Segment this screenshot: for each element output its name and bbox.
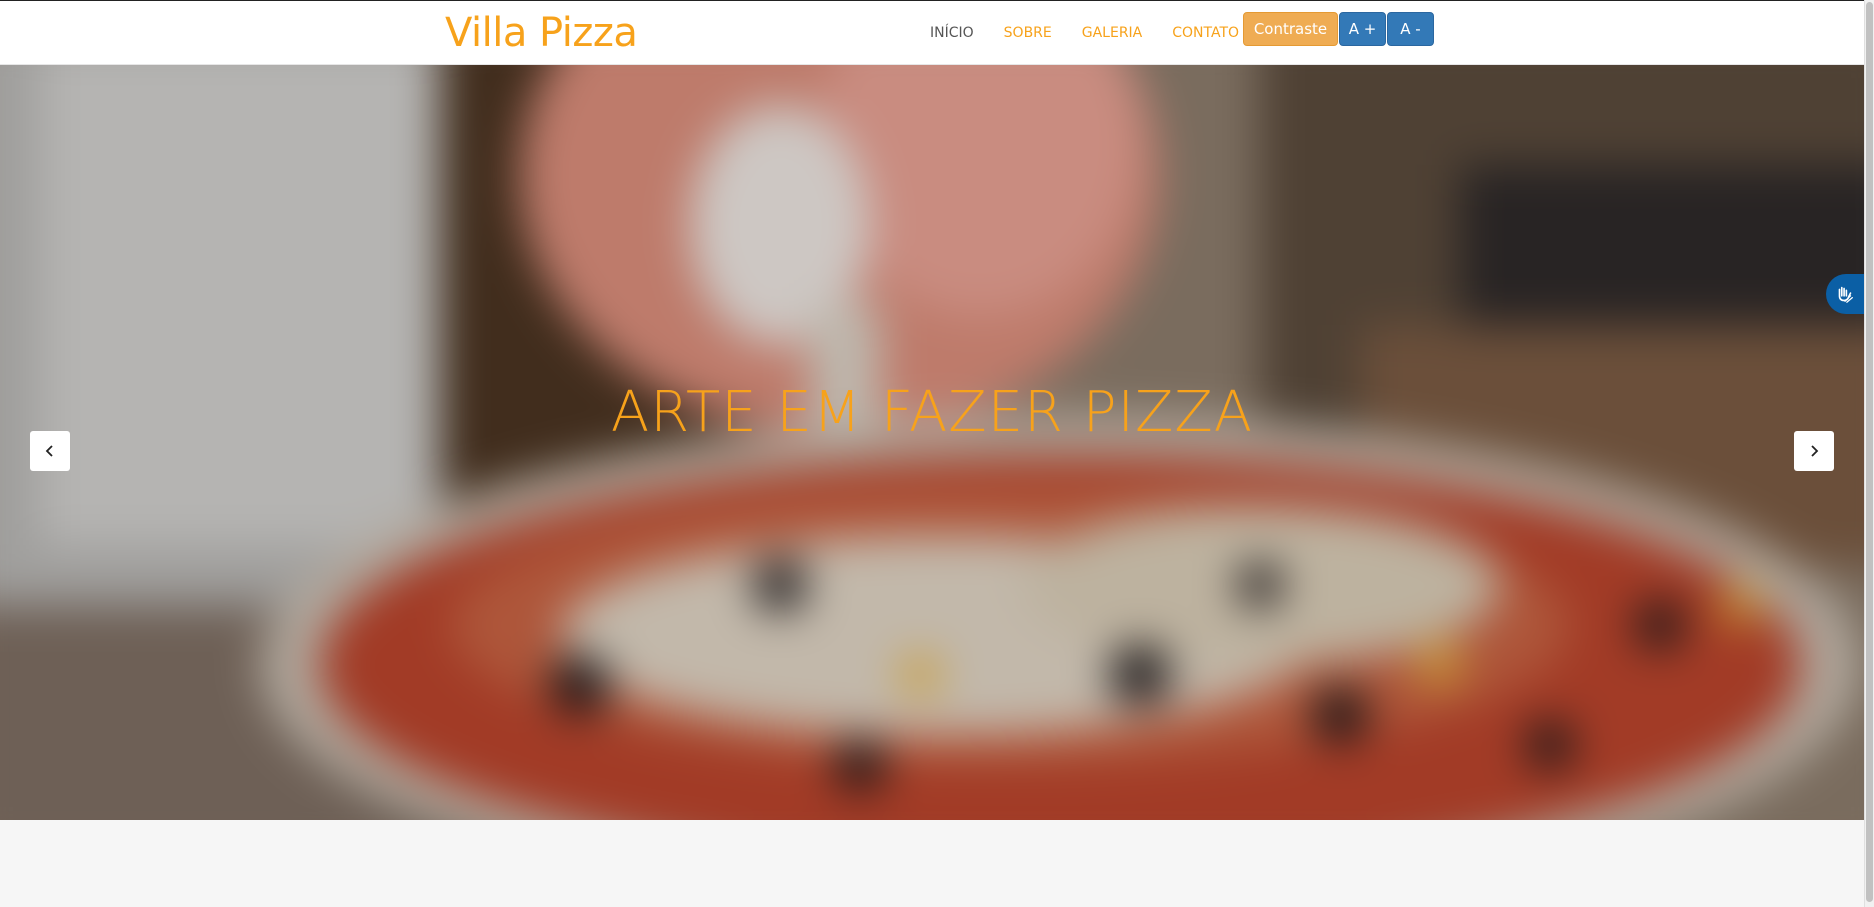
chevron-right-icon [1811, 445, 1819, 457]
nav-item-galeria[interactable]: GALERIA [1082, 23, 1143, 43]
nav-item-sobre[interactable]: SOBRE [1004, 23, 1052, 43]
font-decrease-button[interactable]: A - [1387, 12, 1434, 46]
font-increase-button[interactable]: A + [1339, 12, 1386, 46]
accessibility-tools: Contraste A + A - [1243, 12, 1434, 46]
vertical-scrollbar[interactable] [1864, 0, 1874, 907]
hands-sign-language-icon [1838, 286, 1853, 303]
chevron-left-icon [45, 445, 53, 457]
hero-title: ARTE EM FAZER PIZZA [610, 380, 1254, 445]
carousel-next-button[interactable] [1794, 431, 1834, 471]
top-navbar: Villa Pizza INÍCIO SOBRE GALERIA CONTATO… [0, 0, 1864, 65]
hero-carousel: ARTE EM FAZER PIZZA [0, 65, 1864, 820]
contrast-button[interactable]: Contraste [1243, 12, 1338, 46]
nav-item-inicio[interactable]: INÍCIO [930, 23, 974, 43]
carousel-prev-button[interactable] [30, 431, 70, 471]
content-section [0, 820, 1864, 907]
nav-item-contato[interactable]: CONTATO [1172, 23, 1239, 43]
libras-widget-button[interactable] [1826, 274, 1864, 314]
brand-logo[interactable]: Villa Pizza [445, 7, 638, 59]
scrollbar-thumb[interactable] [1866, 2, 1873, 902]
main-nav: INÍCIO SOBRE GALERIA CONTATO [930, 23, 1269, 43]
page: Villa Pizza INÍCIO SOBRE GALERIA CONTATO… [0, 0, 1874, 907]
